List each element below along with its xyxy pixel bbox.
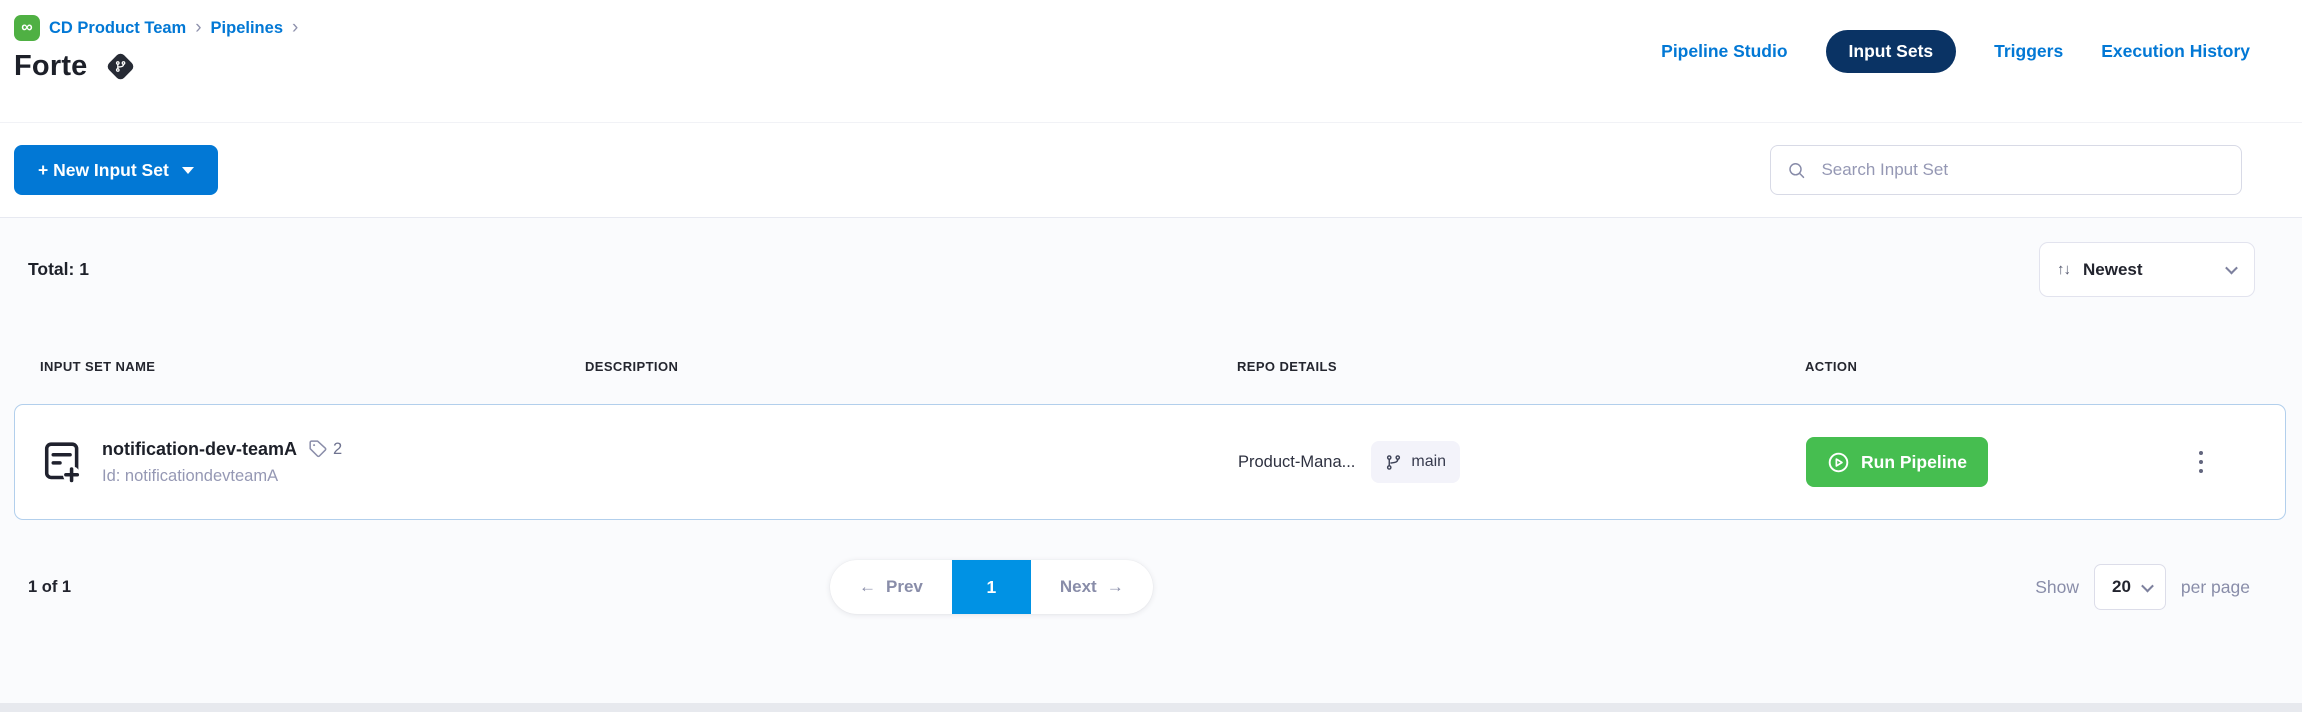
repo-details-cell: Product-Mana... main — [1238, 441, 1806, 483]
tag-count-value: 2 — [333, 440, 342, 459]
page-title: Forte — [14, 50, 88, 83]
column-header-description: DESCRIPTION — [585, 359, 1237, 374]
title-row: Forte — [14, 50, 298, 83]
tab-input-sets[interactable]: Input Sets — [1826, 30, 1957, 73]
arrow-right-icon: → — [1107, 577, 1124, 597]
show-label: Show — [2035, 577, 2079, 598]
pager: ← Prev 1 Next → — [830, 560, 1153, 614]
current-page-button[interactable]: 1 — [952, 560, 1031, 614]
column-header-action: ACTION — [1805, 359, 2270, 374]
summary-row: Total: 1 ↑↓ Newest — [28, 242, 2255, 297]
cd-module-icon: ∞ — [14, 15, 40, 41]
branch-name: main — [1411, 453, 1446, 471]
tab-pipeline-studio[interactable]: Pipeline Studio — [1661, 41, 1787, 62]
input-set-name: notification-dev-teamA — [102, 439, 297, 460]
page-size-select[interactable]: 20 — [2094, 564, 2166, 610]
input-set-name-cell: notification-dev-teamA 2 Id: notificatio… — [41, 439, 586, 486]
input-set-id: Id: notificationdevteamA — [102, 467, 342, 486]
next-label: Next — [1060, 577, 1097, 597]
input-sets-page: ∞ CD Product Team › Pipelines › Forte — [0, 0, 2302, 712]
run-pipeline-button[interactable]: Run Pipeline — [1806, 437, 1988, 487]
page-header: ∞ CD Product Team › Pipelines › Forte — [0, 0, 2302, 122]
repo-name: Product-Mana... — [1238, 453, 1355, 472]
table-row[interactable]: notification-dev-teamA 2 Id: notificatio… — [14, 404, 2286, 520]
new-input-set-label: + New Input Set — [38, 160, 169, 181]
tags-icon — [308, 439, 328, 459]
chevron-down-icon — [182, 167, 194, 174]
chevron-down-icon — [2141, 579, 2154, 592]
breadcrumb-link-project[interactable]: CD Product Team — [49, 19, 186, 38]
pipeline-nav-tabs: Pipeline Studio Input Sets Triggers Exec… — [1661, 28, 2250, 74]
git-repo-icon — [105, 52, 135, 82]
toolbar: + New Input Set — [0, 122, 2302, 218]
breadcrumb-link-pipelines[interactable]: Pipelines — [211, 19, 283, 38]
input-set-name-stack: notification-dev-teamA 2 Id: notificatio… — [102, 439, 342, 486]
window-bottom-edge — [0, 703, 2302, 712]
page-range-label: 1 of 1 — [28, 578, 71, 597]
more-options-icon[interactable] — [2191, 443, 2212, 482]
breadcrumb: ∞ CD Product Team › Pipelines › — [14, 15, 298, 41]
search-icon — [1787, 160, 1806, 181]
new-input-set-button[interactable]: + New Input Set — [14, 145, 218, 195]
tag-count: 2 — [308, 439, 342, 459]
sort-arrows-icon: ↑↓ — [2057, 261, 2070, 278]
action-cell: Run Pipeline — [1806, 437, 2269, 487]
total-count-label: Total: 1 — [28, 259, 89, 280]
tab-triggers[interactable]: Triggers — [1994, 41, 2063, 62]
chevron-down-icon — [2225, 262, 2238, 275]
prev-label: Prev — [886, 577, 923, 597]
per-page-label: per page — [2181, 577, 2250, 598]
chevron-right-icon: › — [292, 17, 298, 39]
git-branch-icon — [1385, 454, 1402, 471]
column-header-repo-details: REPO DETAILS — [1237, 359, 1805, 374]
run-pipeline-label: Run Pipeline — [1861, 452, 1967, 473]
sort-dropdown[interactable]: ↑↓ Newest — [2039, 242, 2255, 297]
table-header-row: INPUT SET NAME DESCRIPTION REPO DETAILS … — [14, 359, 2286, 374]
search-input[interactable] — [1819, 159, 2225, 181]
arrow-left-icon: ← — [859, 577, 876, 597]
input-set-name-line: notification-dev-teamA 2 — [102, 439, 342, 460]
input-sets-content: Total: 1 ↑↓ Newest INPUT SET NAME DESCRI… — [0, 218, 2302, 712]
play-circle-icon — [1827, 451, 1850, 474]
chevron-right-icon: › — [195, 17, 201, 39]
branch-badge: main — [1371, 441, 1460, 483]
page-size-value: 20 — [2112, 577, 2131, 597]
pagination-row: 1 of 1 ← Prev 1 Next → Show 20 per pag — [28, 560, 2250, 614]
header-left: ∞ CD Product Team › Pipelines › Forte — [14, 0, 298, 122]
prev-page-button[interactable]: ← Prev — [830, 560, 952, 614]
page-size-control: Show 20 per page — [2035, 564, 2250, 610]
search-box — [1770, 145, 2242, 195]
input-set-document-icon — [41, 440, 83, 484]
tab-execution-history[interactable]: Execution History — [2101, 41, 2250, 62]
next-page-button[interactable]: Next → — [1031, 560, 1153, 614]
column-header-input-set-name: INPUT SET NAME — [40, 359, 585, 374]
sort-selected-value: Newest — [2083, 260, 2227, 280]
